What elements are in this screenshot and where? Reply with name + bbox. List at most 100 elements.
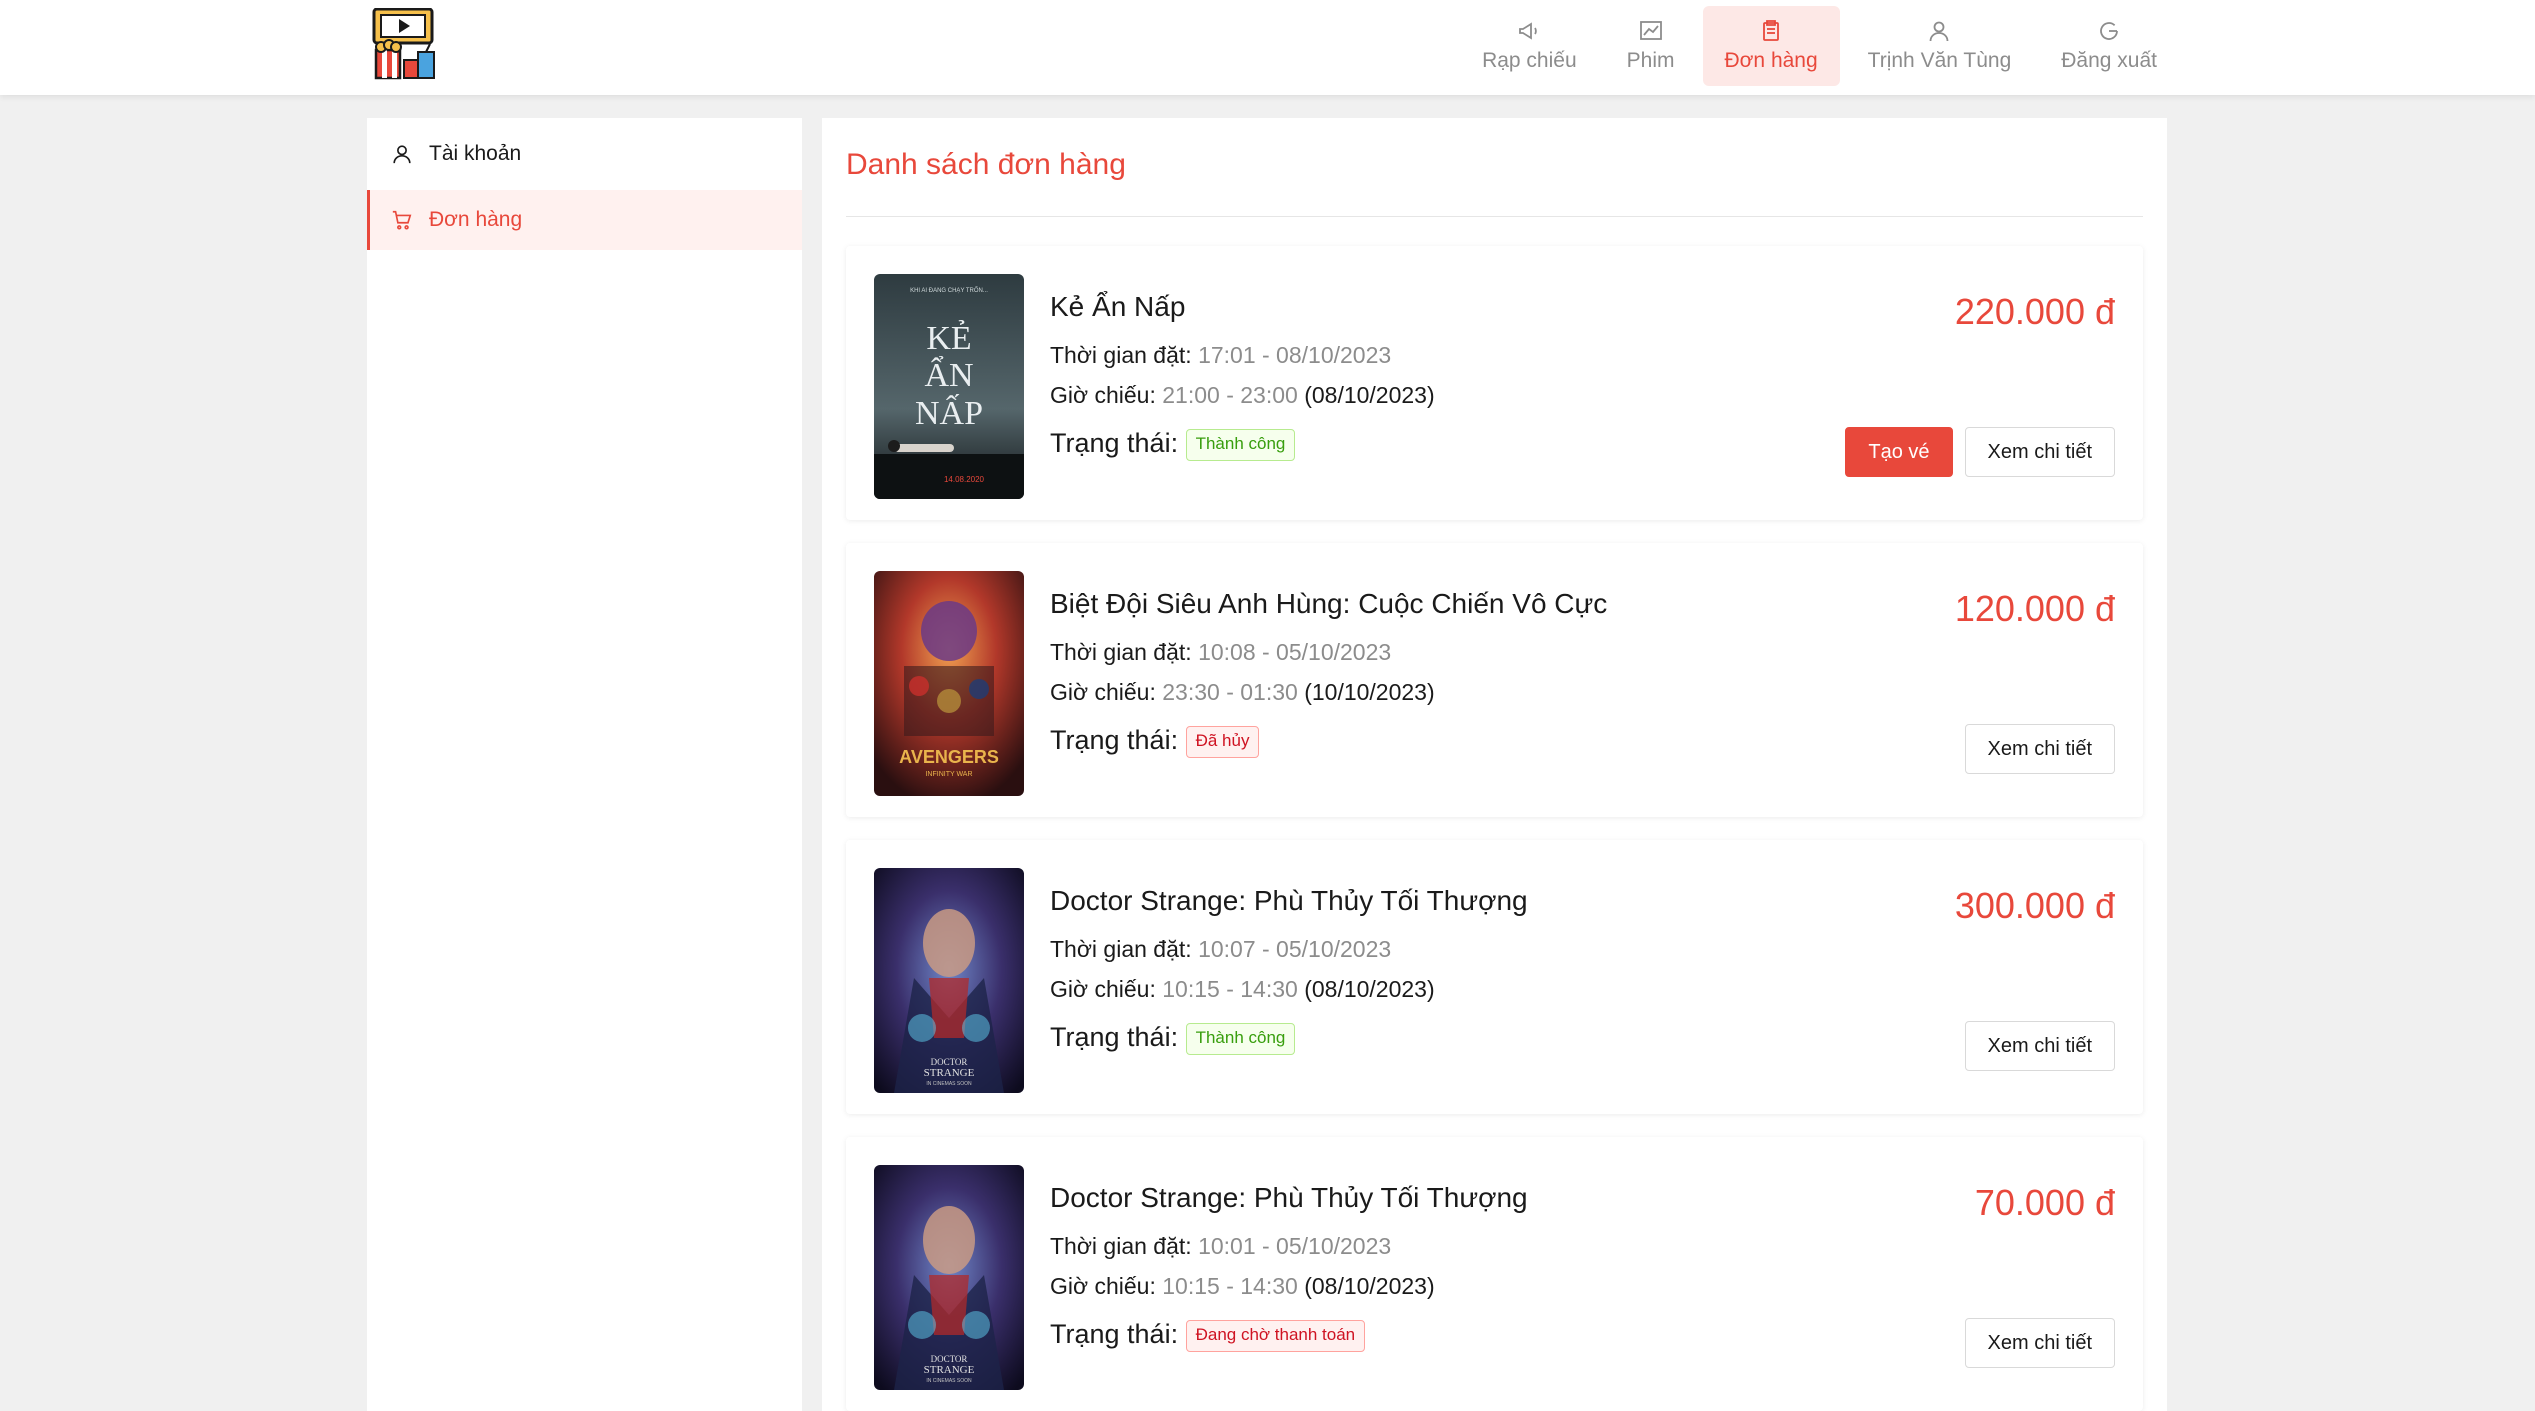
status-badge: Đang chờ thanh toán — [1185, 1319, 1366, 1352]
chart-line-icon — [1639, 21, 1662, 40]
order-info: Biệt Đội Siêu Anh Hùng: Cuộc Chiến Vô Cự… — [1050, 588, 1830, 768]
order-price: 300.000 đ — [1954, 885, 2115, 926]
booked-time-label: Thời gian đặt: — [1050, 639, 1192, 665]
svg-text:AVENGERS: AVENGERS — [899, 747, 999, 767]
show-date-value: (08/10/2023) — [1304, 1273, 1435, 1299]
booked-time-value: 10:01 - 05/10/2023 — [1198, 1233, 1392, 1259]
logout-icon — [2100, 22, 2119, 40]
status-row: Trạng thái: Đã hủy — [1050, 712, 1830, 768]
movie-poster[interactable]: AVENGERS INFINITY WAR — [874, 571, 1024, 796]
nav-item-logout[interactable]: Đăng xuất — [2039, 6, 2179, 86]
top-header: Rạp chiếu Phim Đơn hàng Trịnh Văn Tùng Đ… — [0, 0, 2535, 95]
svg-text:DOCTOR: DOCTOR — [931, 1354, 968, 1364]
nav-item-user-profile[interactable]: Trịnh Văn Tùng — [1846, 6, 2034, 86]
nav-label: Rạp chiếu — [1482, 49, 1577, 72]
booked-time-label: Thời gian đặt: — [1050, 342, 1192, 368]
order-info: Kẻ Ẩn Nấp Thời gian đặt: 17:01 - 08/10/2… — [1050, 291, 1830, 471]
show-date-value: (08/10/2023) — [1304, 976, 1435, 1002]
cinema-logo-icon[interactable] — [372, 7, 436, 80]
nav-item-movies[interactable]: Phim — [1605, 6, 1697, 86]
svg-text:INFINITY WAR: INFINITY WAR — [925, 771, 972, 778]
order-info: Doctor Strange: Phù Thủy Tối Thượng Thời… — [1050, 1182, 1830, 1362]
booked-time-row: Thời gian đặt: 10:07 - 05/10/2023 — [1050, 929, 1830, 969]
showtime-label: Giờ chiếu: — [1050, 976, 1156, 1002]
svg-text:STRANGE: STRANGE — [924, 1067, 975, 1079]
sidebar-item-label: Đơn hàng — [429, 208, 523, 231]
booked-time-label: Thời gian đặt: — [1050, 936, 1192, 962]
order-price: 120.000 đ — [1954, 588, 2115, 629]
svg-text:DOCTOR: DOCTOR — [931, 1057, 968, 1067]
booked-time-row: Thời gian đặt: 10:08 - 05/10/2023 — [1050, 632, 1830, 672]
showtime-row: Giờ chiếu: 10:15 - 14:30 (08/10/2023) — [1050, 969, 1830, 1009]
showtime-row: Giờ chiếu: 10:15 - 14:30 (08/10/2023) — [1050, 1266, 1830, 1306]
svg-text:NẤP: NẤP — [915, 394, 983, 432]
status-row: Trạng thái: Thành công — [1050, 1009, 1830, 1065]
booked-time-label: Thời gian đặt: — [1050, 1233, 1192, 1259]
svg-text:14.08.2020: 14.08.2020 — [944, 475, 985, 484]
svg-text:IN CINEMAS SOON: IN CINEMAS SOON — [926, 1081, 972, 1087]
order-actions: Xem chi tiết — [1964, 1021, 2115, 1071]
order-actions: Tạo vé Xem chi tiết — [1845, 427, 2115, 477]
order-card: AVENGERS INFINITY WAR Biệt Đội Siêu Anh … — [846, 543, 2143, 817]
movie-title[interactable]: Doctor Strange: Phù Thủy Tối Thượng — [1050, 885, 1830, 929]
movie-title[interactable]: Kẻ Ẩn Nấp — [1050, 291, 1830, 335]
sidebar-item-orders[interactable]: Đơn hàng — [367, 190, 802, 250]
booked-time-value: 10:07 - 05/10/2023 — [1198, 936, 1392, 962]
order-card: KHI AI ĐANG CHẠY TRỐN... KẺ ẨN NẤP 14.08… — [846, 246, 2143, 520]
showtime-row: Giờ chiếu: 23:30 - 01:30 (10/10/2023) — [1050, 672, 1830, 712]
svg-text:STRANGE: STRANGE — [924, 1364, 975, 1376]
order-info: Doctor Strange: Phù Thủy Tối Thượng Thời… — [1050, 885, 1830, 1065]
main-nav: Rạp chiếu Phim Đơn hàng Trịnh Văn Tùng Đ… — [1460, 6, 2179, 86]
status-label: Trạng thái: — [1050, 725, 1179, 755]
svg-text:IN CINEMAS SOON: IN CINEMAS SOON — [926, 1378, 972, 1384]
sidebar-item-account[interactable]: Tài khoản — [367, 124, 802, 184]
showtime-value: 10:15 - 14:30 — [1162, 976, 1298, 1002]
booked-time-value: 10:08 - 05/10/2023 — [1198, 639, 1392, 665]
movie-title[interactable]: Doctor Strange: Phù Thủy Tối Thượng — [1050, 1182, 1830, 1226]
order-price: 70.000 đ — [1974, 1182, 2115, 1223]
view-detail-button[interactable]: Xem chi tiết — [1964, 427, 2115, 477]
svg-text:ẨN: ẨN — [924, 356, 973, 394]
showtime-label: Giờ chiếu: — [1050, 679, 1156, 705]
order-price: 220.000 đ — [1954, 291, 2115, 332]
showtime-label: Giờ chiếu: — [1050, 1273, 1156, 1299]
movie-poster[interactable]: KHI AI ĐANG CHẠY TRỐN... KẺ ẨN NẤP 14.08… — [874, 274, 1024, 499]
order-card: DOCTOR STRANGE IN CINEMAS SOON Doctor St… — [846, 840, 2143, 1114]
showtime-row: Giờ chiếu: 21:00 - 23:00 (08/10/2023) — [1050, 375, 1830, 415]
showtime-value: 21:00 - 23:00 — [1162, 382, 1298, 408]
receipt-icon — [1763, 20, 1779, 41]
showtime-label: Giờ chiếu: — [1050, 382, 1156, 408]
page-title: Danh sách đơn hàng — [846, 118, 2143, 217]
sidebar-item-label: Tài khoản — [429, 142, 522, 165]
show-date-value: (08/10/2023) — [1304, 382, 1435, 408]
nav-item-orders[interactable]: Đơn hàng — [1702, 6, 1840, 86]
megaphone-icon — [1519, 22, 1538, 40]
nav-item-cinemas[interactable]: Rạp chiếu — [1460, 6, 1599, 86]
orders-panel: Danh sách đơn hàng KHI AI ĐANG CHẠY TRỐN… — [822, 118, 2167, 1411]
view-detail-button[interactable]: Xem chi tiết — [1964, 1318, 2115, 1368]
svg-text:KẺ: KẺ — [926, 320, 971, 357]
view-detail-button[interactable]: Xem chi tiết — [1964, 724, 2115, 774]
show-date-value: (10/10/2023) — [1304, 679, 1435, 705]
booked-time-row: Thời gian đặt: 17:01 - 08/10/2023 — [1050, 335, 1830, 375]
status-label: Trạng thái: — [1050, 428, 1179, 458]
movie-title[interactable]: Biệt Đội Siêu Anh Hùng: Cuộc Chiến Vô Cự… — [1050, 588, 1830, 632]
status-row: Trạng thái: Đang chờ thanh toán — [1050, 1306, 1830, 1362]
showtime-value: 23:30 - 01:30 — [1162, 679, 1298, 705]
booked-time-row: Thời gian đặt: 10:01 - 05/10/2023 — [1050, 1226, 1830, 1266]
order-actions: Xem chi tiết — [1964, 1318, 2115, 1368]
status-label: Trạng thái: — [1050, 1022, 1179, 1052]
movie-poster[interactable]: DOCTOR STRANGE IN CINEMAS SOON — [874, 868, 1024, 1093]
view-detail-button[interactable]: Xem chi tiết — [1964, 1021, 2115, 1071]
account-sidebar: Tài khoản Đơn hàng — [367, 118, 802, 1411]
nav-label: Trịnh Văn Tùng — [1867, 49, 2012, 72]
booked-time-value: 17:01 - 08/10/2023 — [1198, 342, 1392, 368]
movie-poster[interactable]: DOCTOR STRANGE IN CINEMAS SOON — [874, 1165, 1024, 1390]
status-badge: Thành công — [1185, 428, 1296, 461]
create-ticket-button[interactable]: Tạo vé — [1845, 427, 1953, 477]
user-icon — [393, 145, 411, 164]
status-badge: Thành công — [1185, 1022, 1296, 1055]
cart-icon — [392, 210, 412, 230]
user-icon — [1930, 21, 1949, 42]
nav-label: Phim — [1626, 49, 1675, 72]
